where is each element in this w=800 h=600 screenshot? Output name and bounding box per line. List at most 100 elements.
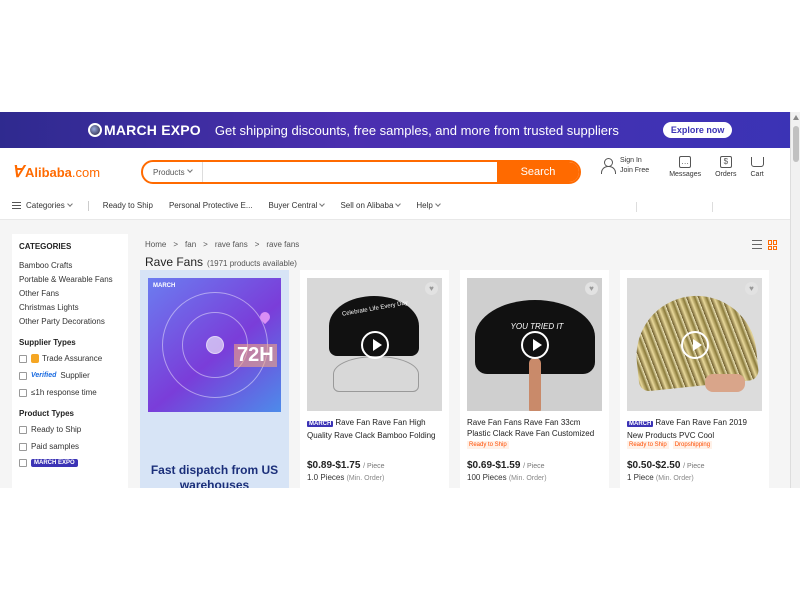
site-header: Ɐ Alibaba .com Products Search Sign In J… bbox=[0, 148, 790, 192]
filter-sidebar: CATEGORIES Bamboo Crafts Portable & Wear… bbox=[12, 234, 128, 488]
category-link[interactable]: Other Party Decorations bbox=[19, 317, 121, 326]
nav-personal-protective[interactable]: Personal Protective E... bbox=[169, 201, 253, 210]
orders-link[interactable]: $ Orders bbox=[715, 156, 737, 178]
category-link[interactable]: Other Fans bbox=[19, 289, 121, 298]
product-price: $0.50-$2.50 / Piece bbox=[627, 460, 705, 471]
product-card[interactable]: ♥ MARCH Rave Fan Rave Fan 2019 New Produc… bbox=[620, 270, 769, 488]
breadcrumb: Home > fan > rave fans > rave fans bbox=[145, 240, 306, 249]
breadcrumb-home[interactable]: Home bbox=[145, 240, 166, 249]
filter-paid-samples[interactable]: Paid samples bbox=[19, 442, 121, 451]
min-order: 100 Pieces (Min. Order) bbox=[467, 473, 547, 482]
signin-label[interactable]: Sign In bbox=[620, 156, 649, 166]
nav-buyer-central[interactable]: Buyer Central bbox=[269, 201, 326, 210]
product-card[interactable]: YOU TRIED IT ♥ Rave Fan Fans Rave Fan 33… bbox=[460, 270, 609, 488]
filter-verified-supplier[interactable]: Verified Supplier bbox=[19, 371, 121, 380]
breadcrumb-fan[interactable]: fan bbox=[185, 240, 196, 249]
cart-icon bbox=[750, 157, 764, 167]
search-button[interactable]: Search bbox=[497, 162, 579, 182]
product-price: $0.89-$1.75 / Piece bbox=[307, 460, 385, 471]
list-view-icon[interactable] bbox=[752, 240, 762, 249]
category-link[interactable]: Bamboo Crafts bbox=[19, 261, 121, 270]
march-expo-badge: MARCH EXPO bbox=[31, 459, 78, 467]
cart-link[interactable]: Cart bbox=[751, 156, 764, 178]
explore-now-button[interactable]: Explore now bbox=[662, 122, 733, 138]
signin-link[interactable]: Sign In Join Free bbox=[600, 156, 649, 176]
hand-shape bbox=[529, 358, 541, 411]
product-card[interactable]: Celebrate Life Every Day ♥ MARCH Rave Fan… bbox=[300, 270, 449, 488]
scroll-up-icon[interactable] bbox=[793, 115, 799, 120]
breadcrumb-separator: > bbox=[173, 240, 179, 249]
product-image[interactable]: ♥ bbox=[627, 278, 762, 411]
product-image[interactable]: Celebrate Life Every Day ♥ bbox=[307, 278, 442, 411]
breadcrumb-rave-fans[interactable]: rave fans bbox=[215, 240, 248, 249]
product-title[interactable]: MARCH Rave Fan Rave Fan High Quality Rave… bbox=[307, 417, 445, 441]
join-free-label[interactable]: Join Free bbox=[620, 166, 649, 176]
fan-outline bbox=[333, 356, 419, 392]
expo-logo-text: MARCH EXPO bbox=[104, 122, 201, 138]
search-category-label: Products bbox=[153, 167, 185, 177]
breadcrumb-separator: > bbox=[203, 240, 208, 249]
play-video-icon[interactable] bbox=[681, 331, 709, 359]
user-icon bbox=[600, 158, 616, 174]
promo-card[interactable]: MARCH 72H Fast dispatch from US warehous… bbox=[140, 270, 289, 488]
orders-icon: $ bbox=[719, 156, 732, 168]
favorite-heart-icon[interactable]: ♥ bbox=[425, 282, 438, 295]
supplier-types-heading: Supplier Types bbox=[19, 338, 76, 347]
grid-view-icon[interactable] bbox=[768, 240, 778, 250]
product-tags: Ready to Ship Dropshipping bbox=[627, 441, 716, 449]
play-video-icon[interactable] bbox=[521, 331, 549, 359]
verified-logo: Verified bbox=[31, 372, 57, 379]
filter-label: ≤1h response time bbox=[31, 388, 97, 397]
checkbox[interactable] bbox=[19, 354, 27, 363]
page-title: Rave Fans bbox=[145, 255, 204, 269]
nav-help[interactable]: Help bbox=[416, 201, 441, 210]
sell-label: Sell on Alibaba bbox=[340, 201, 394, 210]
orders-label: Orders bbox=[715, 171, 737, 178]
results-count: (1971 products available) bbox=[207, 259, 297, 268]
page-scrollbar[interactable] bbox=[790, 112, 800, 488]
categories-menu[interactable]: Categories bbox=[26, 201, 73, 210]
category-link[interactable]: Portable & Wearable Fans bbox=[19, 275, 121, 284]
messages-link[interactable]: … Messages bbox=[669, 156, 701, 178]
trade-assurance-icon bbox=[31, 354, 39, 363]
moq-note: (Min. Order) bbox=[655, 475, 694, 482]
play-video-icon[interactable] bbox=[361, 331, 389, 359]
checkbox[interactable] bbox=[19, 425, 27, 434]
search-category-select[interactable]: Products bbox=[143, 162, 203, 182]
march-expo-banner[interactable]: MARCH EXPO Get shipping discounts, free … bbox=[0, 112, 790, 148]
checkbox[interactable] bbox=[19, 459, 27, 467]
checkbox[interactable] bbox=[19, 388, 27, 397]
filter-label: Supplier bbox=[60, 371, 90, 380]
filter-trade-assurance[interactable]: Trade Assurance bbox=[19, 354, 121, 363]
view-toggle bbox=[752, 240, 778, 250]
favorite-heart-icon[interactable]: ♥ bbox=[745, 282, 758, 295]
search-input[interactable] bbox=[203, 162, 497, 182]
moq-value: 1 Piece bbox=[627, 473, 654, 482]
price-unit: / Piece bbox=[683, 463, 705, 470]
filter-response-time[interactable]: ≤1h response time bbox=[19, 388, 121, 397]
checkbox[interactable] bbox=[19, 442, 27, 451]
product-image[interactable]: YOU TRIED IT ♥ bbox=[467, 278, 602, 411]
nav-ready-to-ship[interactable]: Ready to Ship bbox=[103, 201, 153, 210]
scrollbar-thumb[interactable] bbox=[793, 126, 799, 162]
filter-march-expo[interactable]: MARCH EXPO bbox=[19, 459, 121, 467]
filter-label: Ready to Ship bbox=[31, 425, 82, 434]
nav-divider bbox=[87, 200, 89, 211]
product-title[interactable]: Rave Fan Fans Rave Fan 33cm Plastic Clac… bbox=[467, 417, 605, 439]
message-icon: … bbox=[679, 156, 692, 168]
favorite-heart-icon[interactable]: ♥ bbox=[585, 282, 598, 295]
chevron-down-icon bbox=[395, 201, 402, 207]
product-title[interactable]: MARCH Rave Fan Rave Fan 2019 New Products… bbox=[627, 417, 765, 441]
checkbox[interactable] bbox=[19, 371, 27, 380]
filter-ready-to-ship[interactable]: Ready to Ship bbox=[19, 425, 121, 434]
chevron-down-icon bbox=[66, 201, 73, 207]
expo-globe-icon bbox=[88, 123, 102, 137]
min-order: 1.0 Pieces (Min. Order) bbox=[307, 473, 384, 482]
chevron-down-icon bbox=[319, 201, 326, 207]
product-types-heading: Product Types bbox=[19, 409, 74, 418]
moq-note: (Min. Order) bbox=[346, 475, 385, 482]
promo-image: MARCH 72H bbox=[148, 278, 281, 412]
alibaba-logo[interactable]: Ɐ Alibaba .com bbox=[12, 162, 100, 182]
category-link[interactable]: Christmas Lights bbox=[19, 303, 121, 312]
nav-sell-on-alibaba[interactable]: Sell on Alibaba bbox=[340, 201, 402, 210]
